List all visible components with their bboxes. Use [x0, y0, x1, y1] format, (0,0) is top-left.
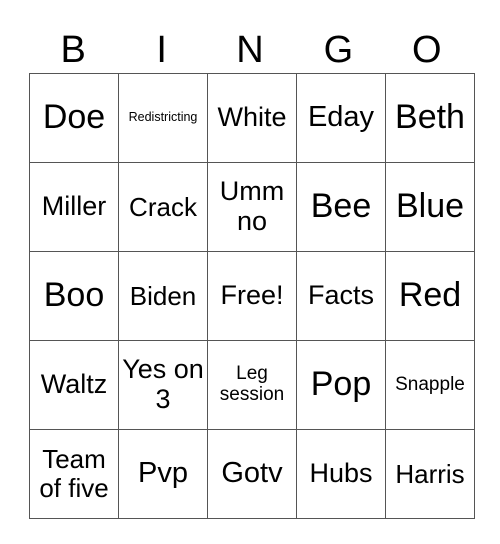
bingo-cell[interactable]: Doe — [29, 73, 119, 163]
bingo-cell[interactable]: Hubs — [296, 429, 386, 519]
bingo-cell free-space[interactable]: Free! — [207, 251, 297, 341]
bingo-cell[interactable]: Miller — [29, 162, 119, 252]
header-letter: G — [323, 29, 354, 71]
header-letter: O — [412, 29, 442, 71]
bingo-cell[interactable]: Blue — [385, 162, 475, 252]
bingo-cell[interactable]: Red — [385, 251, 475, 341]
bingo-cell[interactable]: Redistricting — [118, 73, 208, 163]
grid-row: Miller Crack Umm no Bee Blue — [29, 162, 475, 252]
bingo-cell[interactable]: Eday — [296, 73, 386, 163]
bingo-cell[interactable]: Biden — [118, 251, 208, 341]
bingo-cell[interactable]: Pvp — [118, 429, 208, 519]
grid-row: Doe Redistricting White Eday Beth — [29, 73, 475, 163]
bingo-cell[interactable]: Umm no — [207, 162, 297, 252]
bingo-cell[interactable]: Yes on 3 — [118, 340, 208, 430]
bingo-header: B I N G O — [29, 28, 471, 73]
bingo-cell[interactable]: Bee — [296, 162, 386, 252]
header-letter: N — [236, 29, 264, 71]
bingo-cell[interactable]: Pop — [296, 340, 386, 430]
grid-row: Team of five Pvp Gotv Hubs Harris — [29, 429, 475, 519]
bingo-grid: Doe Redistricting White Eday Beth Miller… — [29, 73, 475, 519]
bingo-cell[interactable]: Gotv — [207, 429, 297, 519]
bingo-cell[interactable]: Leg session — [207, 340, 297, 430]
header-letter: I — [156, 29, 167, 71]
bingo-cell[interactable]: Facts — [296, 251, 386, 341]
bingo-cell[interactable]: Crack — [118, 162, 208, 252]
grid-row: Waltz Yes on 3 Leg session Pop Snapple — [29, 340, 475, 430]
bingo-cell[interactable]: Team of five — [29, 429, 119, 519]
bingo-cell[interactable]: White — [207, 73, 297, 163]
bingo-cell[interactable]: Snapple — [385, 340, 475, 430]
bingo-cell[interactable]: Waltz — [29, 340, 119, 430]
header-letter: B — [60, 29, 86, 71]
grid-row: Boo Biden Free! Facts Red — [29, 251, 475, 341]
bingo-cell[interactable]: Harris — [385, 429, 475, 519]
bingo-cell[interactable]: Beth — [385, 73, 475, 163]
bingo-cell[interactable]: Boo — [29, 251, 119, 341]
